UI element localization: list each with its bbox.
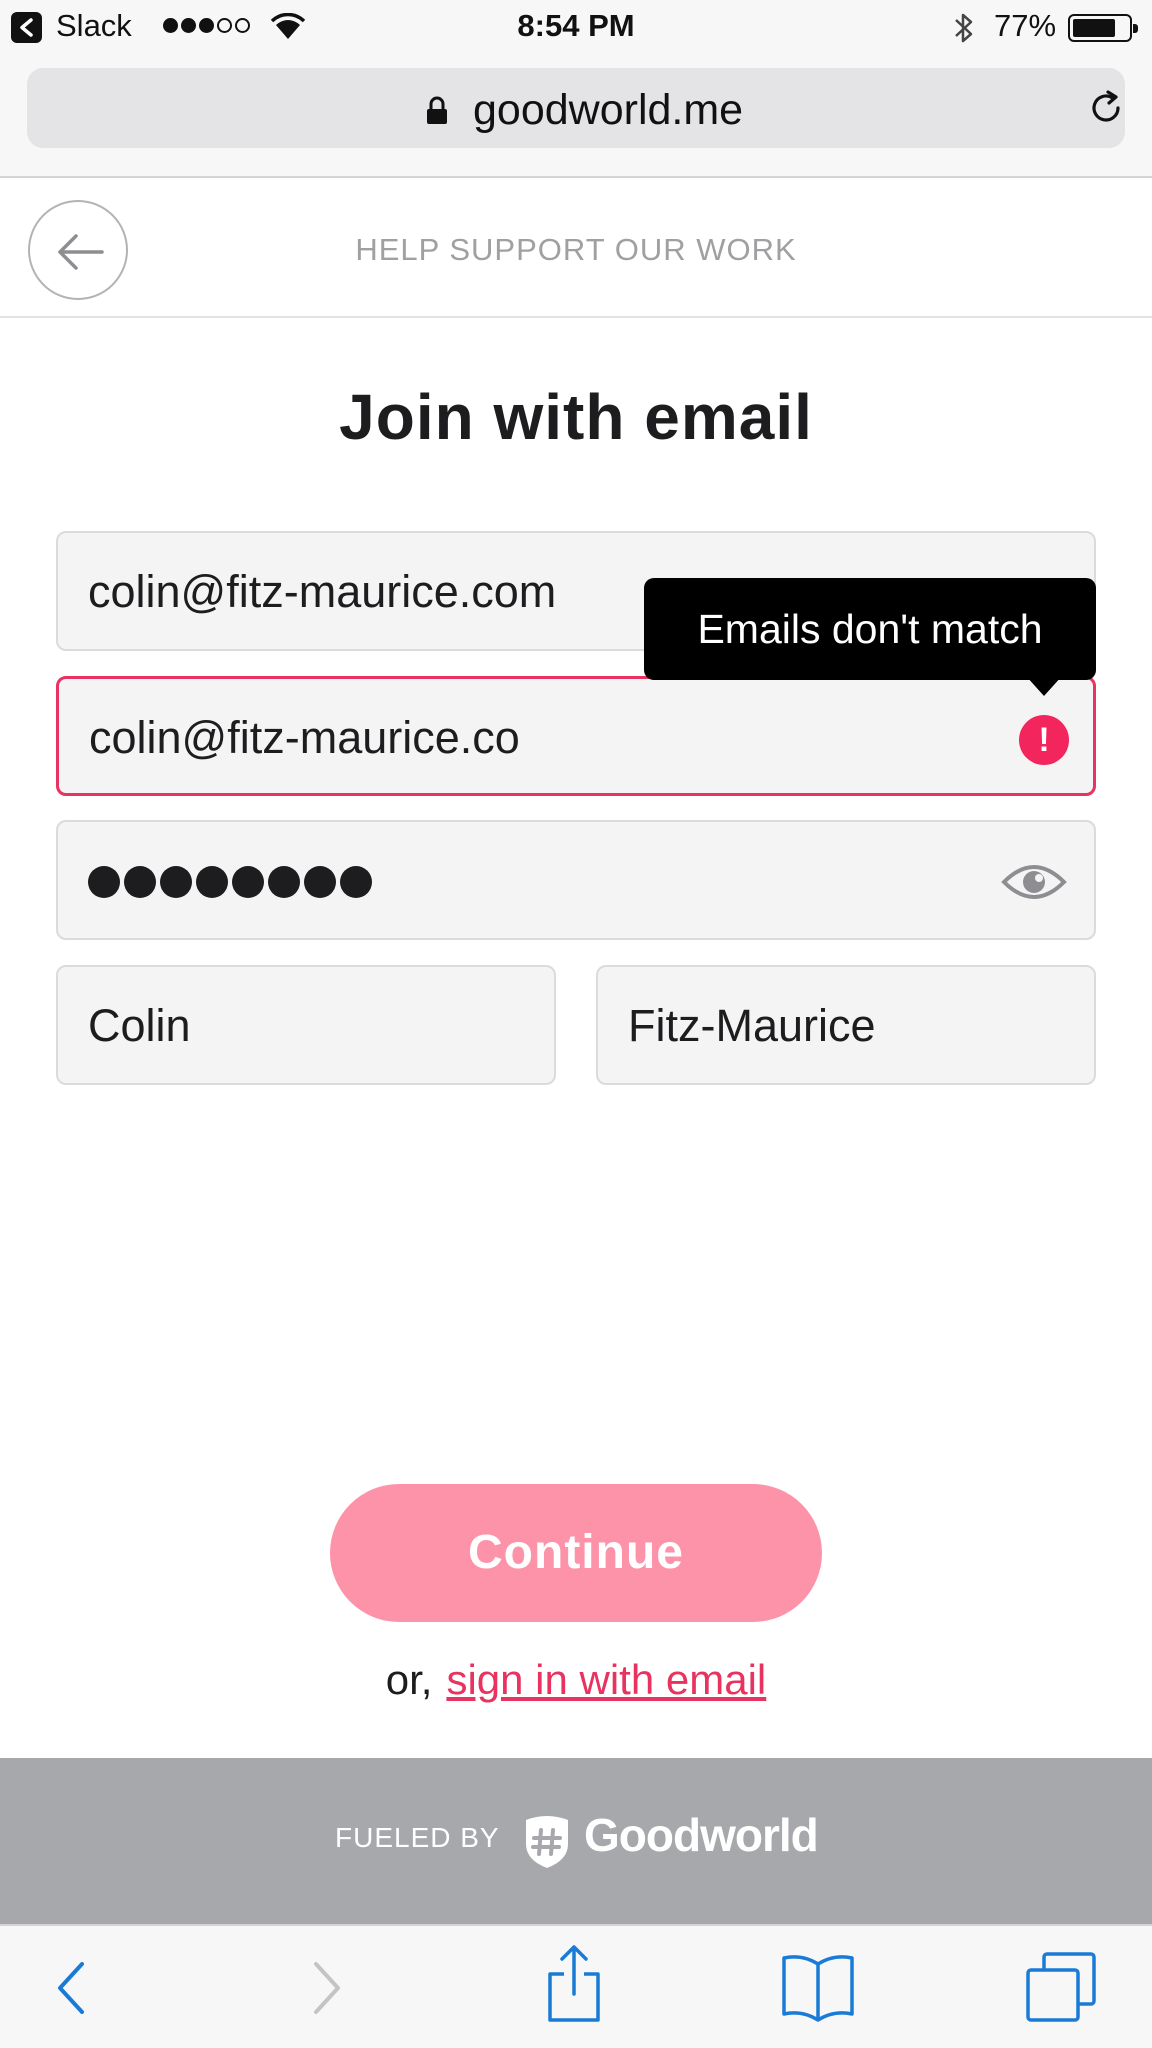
- browser-address-area: goodworld.me: [0, 56, 1152, 178]
- last-name-field[interactable]: Fitz-Maurice: [596, 965, 1096, 1085]
- nav-back-icon[interactable]: [52, 1956, 92, 2020]
- password-dot: [340, 866, 372, 898]
- url-text[interactable]: goodworld.me: [473, 86, 743, 135]
- bookmarks-icon[interactable]: [780, 1952, 856, 2022]
- password-dot: [268, 866, 300, 898]
- password-dot: [196, 866, 228, 898]
- password-dot: [304, 866, 336, 898]
- header-title: HELP SUPPORT OUR WORK: [355, 232, 797, 267]
- first-name-field[interactable]: Colin: [56, 965, 556, 1085]
- sign-in-link[interactable]: sign in with email: [446, 1656, 766, 1703]
- address-bar[interactable]: goodworld.me: [27, 68, 1125, 148]
- reload-icon[interactable]: [1086, 88, 1126, 128]
- battery-icon: [1068, 14, 1138, 42]
- goodworld-logo-icon: [526, 1816, 568, 1868]
- footer: FUELED BY Goodworld: [0, 1758, 1152, 1924]
- browser-toolbar: [0, 1924, 1152, 2048]
- tabs-icon[interactable]: [1024, 1950, 1098, 2024]
- goodworld-brand: Goodworld: [584, 1809, 819, 1861]
- error-icon: !: [1019, 715, 1069, 765]
- fueled-by-text: FUELED BY: [335, 1822, 500, 1853]
- password-dot: [124, 866, 156, 898]
- continue-button[interactable]: Continue: [330, 1484, 822, 1622]
- password-dots: [88, 866, 372, 898]
- eye-icon[interactable]: [1000, 854, 1068, 910]
- password-dot: [160, 866, 192, 898]
- error-tooltip: Emails don't match: [644, 578, 1096, 696]
- status-time: 8:54 PM: [517, 8, 635, 43]
- last-name-value: Fitz-Maurice: [628, 1000, 876, 1051]
- lock-icon: [427, 96, 447, 124]
- first-name-value: Colin: [88, 1000, 191, 1051]
- bluetooth-icon: [955, 13, 973, 43]
- nav-forward-icon[interactable]: [306, 1956, 346, 2020]
- password-field[interactable]: [56, 820, 1096, 940]
- or-text: or,: [385, 1656, 433, 1703]
- error-tooltip-text: Emails don't match: [697, 606, 1043, 652]
- signin-row: or, sign in with email: [0, 1656, 1152, 1704]
- confirm-email-field[interactable]: colin@fitz-maurice.co !: [56, 676, 1096, 796]
- confirm-email-value: colin@fitz-maurice.co: [89, 712, 520, 763]
- password-dot: [232, 866, 264, 898]
- status-bar: Slack 8:54 PM 77%: [0, 0, 1152, 56]
- email-value: colin@fitz-maurice.com: [88, 566, 557, 617]
- password-dot: [88, 866, 120, 898]
- form-title: Join with email: [339, 381, 813, 453]
- page-header: HELP SUPPORT OUR WORK: [0, 178, 1152, 318]
- battery-percent: 77%: [994, 8, 1057, 43]
- share-icon[interactable]: [544, 1944, 604, 2024]
- tooltip-arrow: [1026, 676, 1062, 696]
